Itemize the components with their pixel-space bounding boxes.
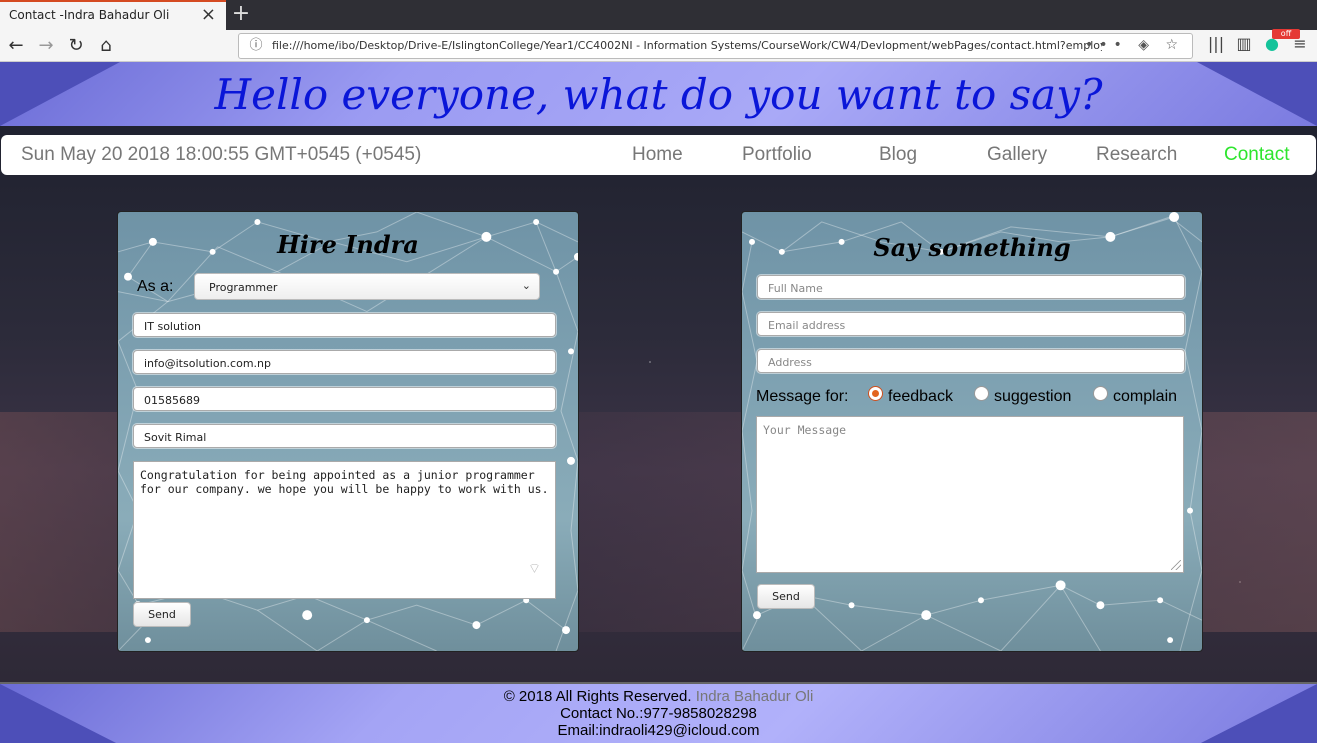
- say-send-button[interactable]: Send: [757, 584, 815, 609]
- library-icon[interactable]: |||: [1202, 34, 1230, 53]
- address-bar[interactable]: ⓘ file:///home/ibo/Desktop/Drive-E/Islin…: [238, 33, 1193, 59]
- email-value: info@itsolution.com.np: [144, 357, 271, 370]
- radio-complain-label[interactable]: complain: [1113, 388, 1177, 406]
- message-for-label: Message for:: [756, 388, 849, 405]
- info-icon[interactable]: ⓘ: [248, 37, 264, 53]
- pocket-icon[interactable]: ◈: [1138, 37, 1155, 53]
- nav-home[interactable]: Home: [632, 144, 683, 166]
- copyright-line: © 2018 All Rights Reserved. Indra Bahadu…: [0, 688, 1317, 705]
- page-title: Hello everyone, what do you want to say?: [214, 70, 1103, 119]
- company-value: IT solution: [144, 320, 202, 333]
- close-tab-icon[interactable]: ×: [201, 6, 216, 24]
- radio-complain[interactable]: [1093, 386, 1108, 401]
- message-textarea[interactable]: Congratulation for being appointed as a …: [133, 461, 556, 599]
- radio-suggestion-label[interactable]: suggestion: [994, 388, 1071, 406]
- email-field[interactable]: info@itsolution.com.np: [133, 350, 556, 374]
- page-footer: © 2018 All Rights Reserved. Indra Bahadu…: [0, 682, 1317, 743]
- home-icon[interactable]: ⌂: [94, 34, 118, 58]
- tab-title: Contact -Indra Bahadur Oli: [9, 8, 170, 22]
- page: Hello everyone, what do you want to say?…: [0, 62, 1317, 743]
- phone-field[interactable]: 01585689: [133, 387, 556, 411]
- url-text[interactable]: file:///home/ibo/Desktop/Drive-E/Islingt…: [272, 39, 1102, 52]
- role-select-value: Programmer: [209, 281, 278, 294]
- full-name-input[interactable]: Full Name: [757, 275, 1185, 299]
- more-actions-icon[interactable]: •••: [1085, 37, 1128, 53]
- nav-portfolio[interactable]: Portfolio: [742, 144, 812, 166]
- address-input[interactable]: Address: [757, 349, 1185, 373]
- role-select[interactable]: Programmer ⌄: [194, 273, 540, 300]
- radio-feedback[interactable]: [868, 386, 883, 401]
- menu-bar: Sun May 20 2018 18:00:55 GMT+0545 (+0545…: [1, 135, 1316, 175]
- say-form-title: Say something: [873, 233, 1071, 262]
- contact-number: Contact No.:977-9858028298: [560, 705, 757, 722]
- browser-nav-bar: ← → ↻ ⌂ ⓘ file:///home/ibo/Desktop/Drive…: [0, 29, 1317, 62]
- browser-tab-bar: Contact -Indra Bahadur Oli × +: [0, 0, 1317, 30]
- extension-off-badge: off: [1272, 29, 1300, 39]
- your-message-textarea[interactable]: Your Message: [756, 416, 1184, 573]
- url-actions: ••• ◈ ☆: [1085, 37, 1184, 53]
- bookmark-star-icon[interactable]: ☆: [1165, 37, 1184, 53]
- say-something-card: Say something Full Name Email address Ad…: [741, 211, 1203, 652]
- hire-form-title: Hire Indra: [277, 230, 419, 259]
- message-value: Congratulation for being appointed as a …: [140, 468, 549, 496]
- copyright-text: © 2018 All Rights Reserved.: [503, 688, 692, 705]
- nav-gallery[interactable]: Gallery: [987, 144, 1047, 166]
- nav-contact[interactable]: Contact: [1224, 144, 1289, 166]
- radio-feedback-label[interactable]: feedback: [888, 388, 953, 406]
- name-field[interactable]: Sovit Rimal: [133, 424, 556, 448]
- hire-send-button[interactable]: Send: [133, 602, 191, 627]
- email-input[interactable]: Email address: [757, 312, 1185, 336]
- author-name: Indra Bahadur Oli: [695, 688, 814, 705]
- page-header: Hello everyone, what do you want to say?: [0, 62, 1317, 126]
- message-placeholder: Your Message: [763, 423, 847, 437]
- name-value: Sovit Rimal: [144, 431, 207, 444]
- role-label: As a:: [137, 278, 174, 295]
- resize-handle-icon[interactable]: [1171, 560, 1181, 570]
- nav-blog[interactable]: Blog: [879, 144, 917, 166]
- radio-suggestion[interactable]: [974, 386, 989, 401]
- forward-icon[interactable]: →: [34, 34, 58, 58]
- hire-form-card: Hire Indra As a: Programmer ⌄ IT solutio…: [117, 211, 579, 652]
- address-placeholder: Address: [768, 356, 812, 369]
- date-display: Sun May 20 2018 18:00:55 GMT+0545 (+0545…: [21, 144, 422, 165]
- contact-email: Email:indraoli429@icloud.com: [557, 722, 760, 739]
- company-field[interactable]: IT solution: [133, 313, 556, 337]
- email-placeholder: Email address: [768, 319, 846, 332]
- toolbar-icons: ||| ▥ ● off ≡: [1202, 29, 1314, 53]
- grammarly-extension-icon[interactable]: ● off: [1258, 29, 1300, 53]
- new-tab-icon[interactable]: +: [230, 2, 252, 26]
- browser-tab[interactable]: Contact -Indra Bahadur Oli ×: [0, 0, 226, 30]
- phone-value: 01585689: [144, 394, 200, 407]
- nav-research[interactable]: Research: [1096, 144, 1177, 166]
- back-icon[interactable]: ←: [4, 34, 28, 58]
- sidebar-icon[interactable]: ▥: [1230, 34, 1258, 53]
- chevron-down-icon: ⌄: [521, 279, 531, 292]
- wifi-icon: ⌔: [527, 561, 541, 577]
- full-name-placeholder: Full Name: [768, 282, 823, 295]
- reload-icon[interactable]: ↻: [64, 34, 88, 58]
